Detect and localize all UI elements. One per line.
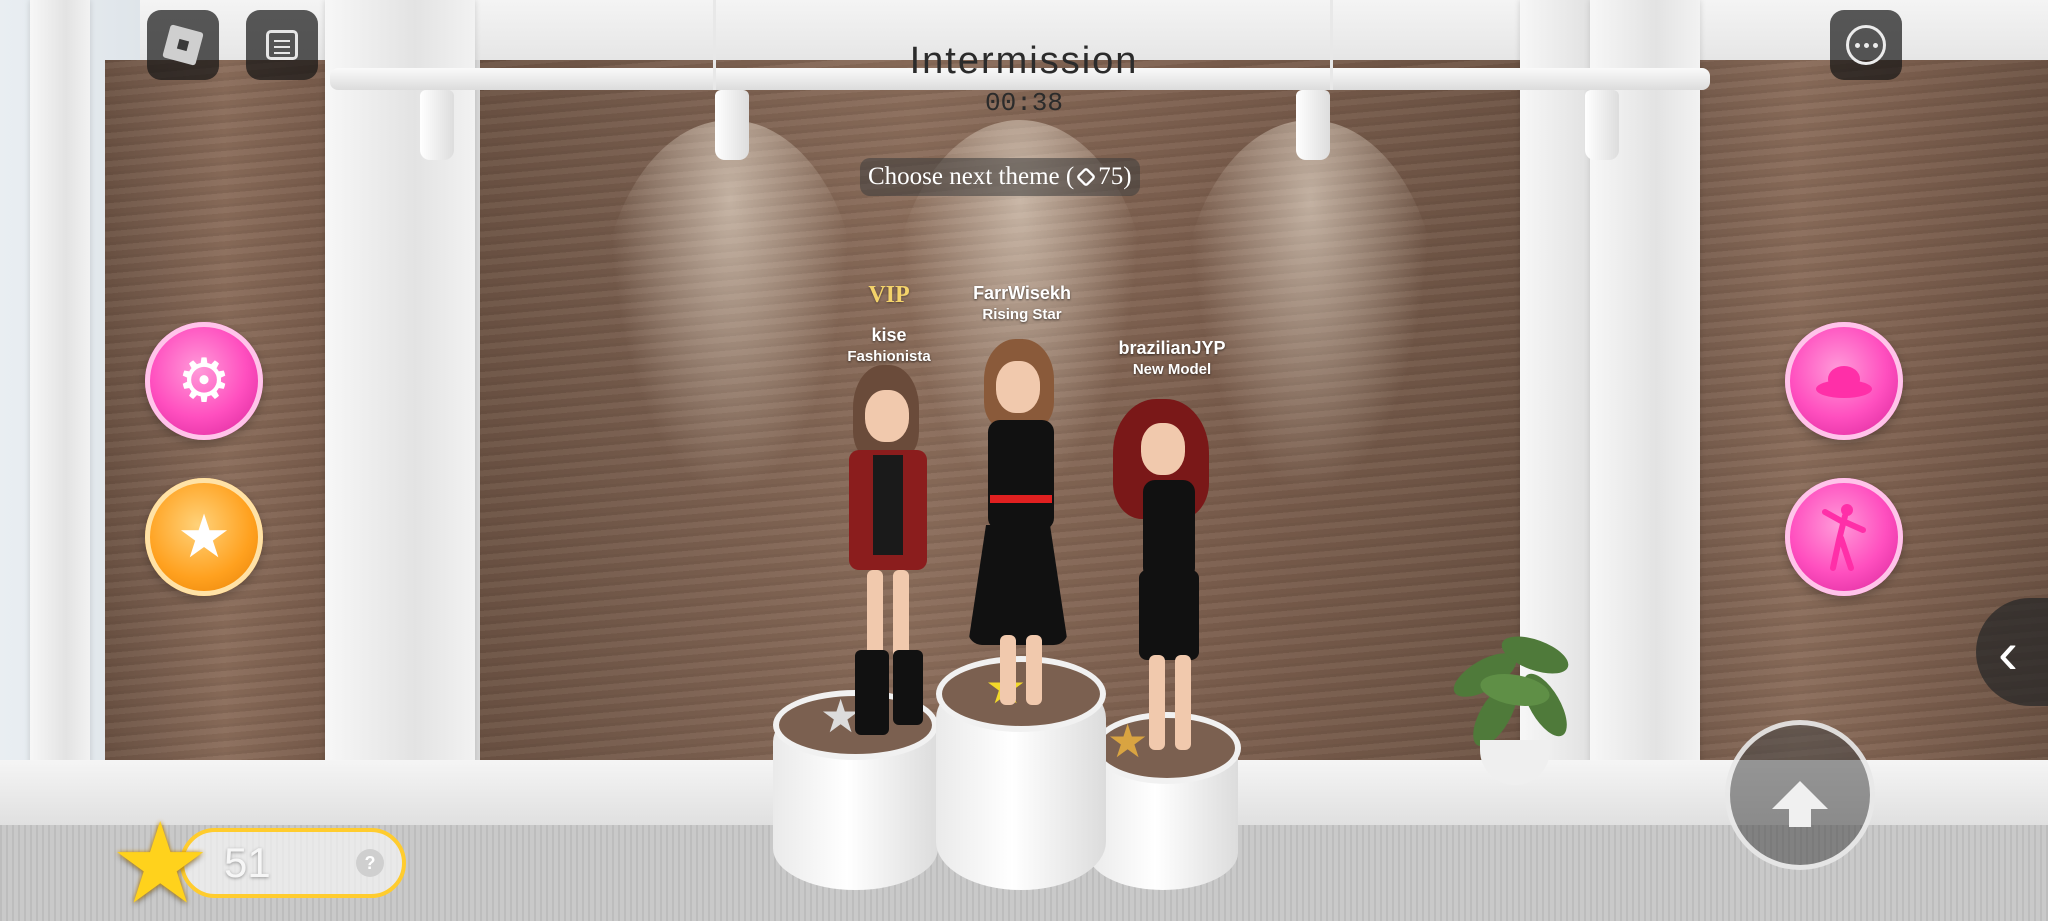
choose-theme-label: Choose next theme ( (868, 163, 1075, 190)
spotlight-glow (600, 120, 860, 520)
avatar-brazilianjyp[interactable] (1105, 395, 1225, 765)
player-name: kise (871, 325, 907, 345)
star-points-icon: ★ (110, 801, 211, 921)
chat-icon (266, 30, 298, 60)
star-icon: ★ (177, 503, 231, 570)
pillar (30, 0, 90, 830)
countdown-timer: 00:38 (984, 88, 1064, 118)
round-status-title: Intermission (909, 40, 1139, 82)
player-tag-farrwisekh: FarrWisekh Rising Star (973, 283, 1071, 323)
more-options-icon (1846, 25, 1886, 65)
player-rank: New Model (1132, 361, 1212, 378)
jump-arrow-icon (1772, 781, 1828, 827)
robux-icon (1076, 166, 1097, 188)
player-name: FarrWisekh (973, 283, 1071, 303)
player-name: brazilianJYP (1118, 338, 1226, 358)
gear-icon: ⚙ (177, 347, 231, 414)
lamp-wire (713, 0, 716, 90)
lamp-wire (1330, 0, 1333, 90)
vip-badge: VIP (868, 282, 910, 308)
chat-button[interactable] (246, 10, 318, 80)
avatar-kise[interactable] (835, 360, 945, 750)
star-points-value: 51 (224, 839, 271, 886)
outfit-button[interactable] (1785, 322, 1903, 440)
spotlight-lamp (1585, 90, 1619, 160)
player-rank: Rising Star (982, 306, 1062, 323)
potted-plant (1440, 628, 1590, 785)
chevron-left-icon: ‹ (1998, 618, 2018, 686)
help-button[interactable]: ? (356, 849, 384, 877)
star-points-bar: 51 ? (180, 828, 406, 898)
spotlight-lamp (1296, 90, 1330, 160)
avatar-farrwisekh[interactable] (960, 335, 1070, 715)
roblox-logo-icon (162, 24, 204, 66)
player-tag-kise: kise Fashionista (847, 325, 930, 365)
game-viewport: ★ ★ ★ VIP kise Fashionista (0, 0, 2048, 921)
roblox-menu-button[interactable] (147, 10, 219, 80)
player-rank: Fashionista (847, 348, 931, 365)
spotlight-lamp (420, 90, 454, 160)
more-options-button[interactable] (1830, 10, 1902, 80)
player-tag-brazilianjyp: brazilianJYP New Model (1118, 338, 1225, 378)
spotlight-lamp (715, 90, 749, 160)
settings-button[interactable]: ⚙ (145, 322, 263, 440)
pose-icon (1822, 504, 1866, 571)
choose-theme-button[interactable]: Choose next theme ( 75) (860, 158, 1140, 196)
jump-button[interactable] (1725, 720, 1875, 870)
choose-theme-price: 75) (1098, 163, 1132, 190)
favorites-button[interactable]: ★ (145, 478, 263, 596)
pose-button[interactable] (1785, 478, 1903, 596)
hat-icon (1816, 366, 1872, 398)
